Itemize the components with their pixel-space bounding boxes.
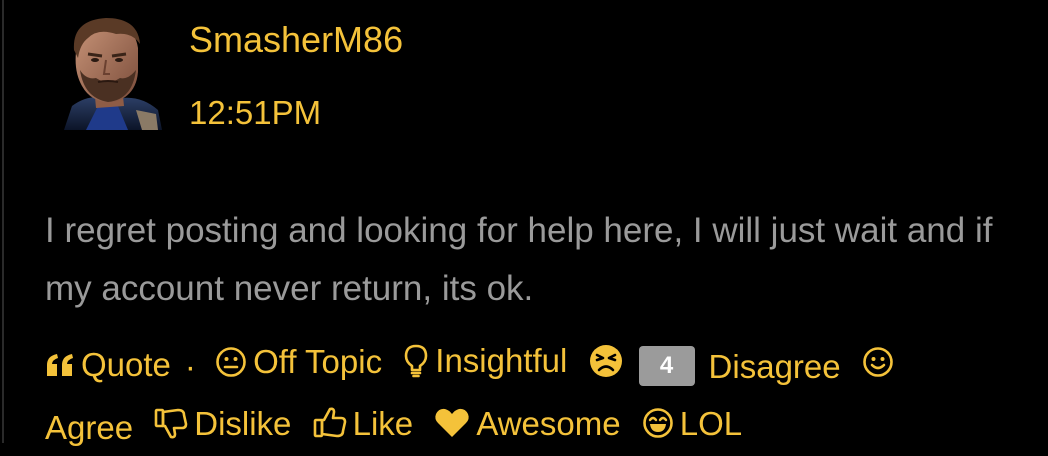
- disagree-label-button[interactable]: Disagree: [709, 338, 841, 395]
- quote-icon: [47, 353, 73, 376]
- heart-icon: [435, 408, 469, 437]
- insightful-button[interactable]: Insightful: [403, 332, 567, 389]
- agree-button[interactable]: [862, 346, 900, 378]
- disagree-count-badge: 4: [638, 345, 695, 386]
- lightbulb-icon: [404, 344, 428, 377]
- quote-label: Quote: [81, 346, 171, 383]
- agree-label: Agree: [45, 409, 134, 446]
- angry-face-icon: [589, 344, 622, 377]
- disagree-button[interactable]: [589, 344, 629, 378]
- avatar[interactable]: [58, 14, 162, 130]
- reaction-separator: ·: [184, 347, 196, 385]
- post-timestamp[interactable]: 12:51PM: [189, 93, 321, 133]
- thread-divider: [2, 0, 4, 443]
- quote-button[interactable]: Quote: [45, 336, 171, 393]
- thumbs-up-icon: [313, 407, 346, 438]
- neutral-face-icon: [216, 346, 246, 377]
- post-body: I regret posting and looking for help he…: [45, 211, 993, 308]
- post-container: SmasherM86 12:51PM I regret posting and …: [0, 0, 1048, 446]
- insightful-label: Insightful: [435, 342, 568, 379]
- author-name-link[interactable]: SmasherM86: [189, 18, 403, 62]
- avatar-portrait-icon: [64, 18, 162, 130]
- agree-label-button[interactable]: Agree: [45, 399, 133, 456]
- disagree-label: Disagree: [708, 347, 841, 385]
- reaction-bar: Quote · Off Topic Insightful 4 Disagree …: [45, 332, 1035, 456]
- off-topic-label: Off Topic: [253, 343, 383, 380]
- laughing-face-icon: [642, 408, 673, 438]
- smiley-face-icon: [862, 346, 893, 377]
- off-topic-button[interactable]: Off Topic: [215, 333, 382, 390]
- thumbs-down-icon: [154, 408, 188, 439]
